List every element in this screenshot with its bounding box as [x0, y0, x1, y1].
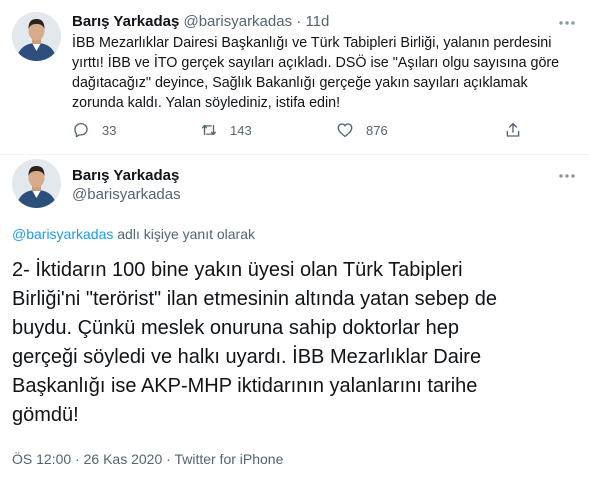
tweet-text-line: zorunda kaldı. Yalan söylediniz, istifa … — [72, 95, 341, 111]
like-icon — [337, 123, 353, 138]
tweet-date[interactable]: 26 Kas 2020 — [84, 451, 163, 467]
like-count: 876 — [366, 122, 388, 138]
tweet-text-line: yırttı! İBB ve İTO gerçek sayıları açıkl… — [72, 55, 560, 71]
separator: · — [296, 13, 302, 30]
share-button[interactable] — [504, 118, 522, 142]
reply-button[interactable]: 33 — [72, 118, 116, 142]
handle[interactable]: @barisyarkadas — [183, 13, 292, 30]
reply-count: 33 — [102, 122, 117, 138]
handle[interactable]: @barisyarkadas — [72, 186, 181, 203]
avatar[interactable] — [12, 12, 61, 61]
reply-icon — [74, 122, 88, 138]
more-icon[interactable] — [557, 166, 577, 186]
meta-separator: · — [166, 451, 171, 467]
more-icon[interactable] — [557, 13, 577, 33]
tweet-text-line: Birliği'ni "terörist" ilan etmesinin alt… — [12, 288, 497, 310]
like-button[interactable]: 876 — [336, 118, 388, 142]
parent-tweet[interactable]: Barış Yarkadaş @barisyarkadas · 11d İBB … — [0, 0, 589, 155]
tweet-source[interactable]: Twitter for iPhone — [174, 451, 283, 467]
tweet-text-line: buydu. Çünkü meslek onuruna sahip doktor… — [12, 317, 459, 339]
tweet-text: 2- İktidarın 100 bine yakın üyesi olan T… — [12, 256, 582, 430]
reply-mention-link[interactable]: @barisyarkadas — [12, 226, 113, 242]
avatar[interactable] — [12, 159, 61, 208]
meta-separator: · — [75, 451, 80, 467]
display-name[interactable]: Barış Yarkadaş — [72, 13, 179, 30]
tweet-text-line: 2- İktidarın 100 bine yakın üyesi olan T… — [12, 259, 463, 281]
avatar-image — [12, 12, 61, 61]
tweet-text-line: İBB Mezarlıklar Dairesi Başkanlığı ve Tü… — [72, 35, 552, 51]
reply-suffix: adlı kişiye yanıt olarak — [113, 226, 255, 242]
tweet-time[interactable]: ÖS 12:00 — [12, 451, 71, 467]
retweet-icon — [201, 124, 217, 136]
author-name-line: Barış Yarkadaş — [72, 167, 179, 184]
tweet-actions: 33 143 876 — [72, 118, 532, 142]
tweet-meta: ÖS 12:00 · 26 Kas 2020 · Twitter for iPh… — [12, 451, 283, 467]
tweet-text-line: Başkanlığı ise AKP-MHP iktidarının yalan… — [12, 375, 478, 397]
tweet-text: İBB Mezarlıklar Dairesi Başkanlığı ve Tü… — [72, 33, 580, 113]
avatar-image — [12, 159, 61, 208]
tweet-header: Barış Yarkadaş @barisyarkadas · 11d — [72, 13, 329, 30]
replying-to: @barisyarkadas adlı kişiye yanıt olarak — [12, 226, 255, 242]
timestamp[interactable]: 11d — [305, 13, 329, 30]
tweet-text-line: gerçeği söyledi ve halkı uyardı. İBB Mez… — [12, 346, 482, 368]
retweet-count: 143 — [230, 122, 252, 138]
author-handle-line: @barisyarkadas — [72, 186, 181, 203]
tweet-text-line: dağıtacağız" deyince, Sağlık Bakanlığı g… — [72, 75, 528, 91]
share-icon — [506, 122, 520, 137]
display-name[interactable]: Barış Yarkadaş — [72, 167, 179, 184]
retweet-button[interactable]: 143 — [200, 118, 252, 142]
tweet-text-line: gömdü! — [12, 404, 79, 426]
